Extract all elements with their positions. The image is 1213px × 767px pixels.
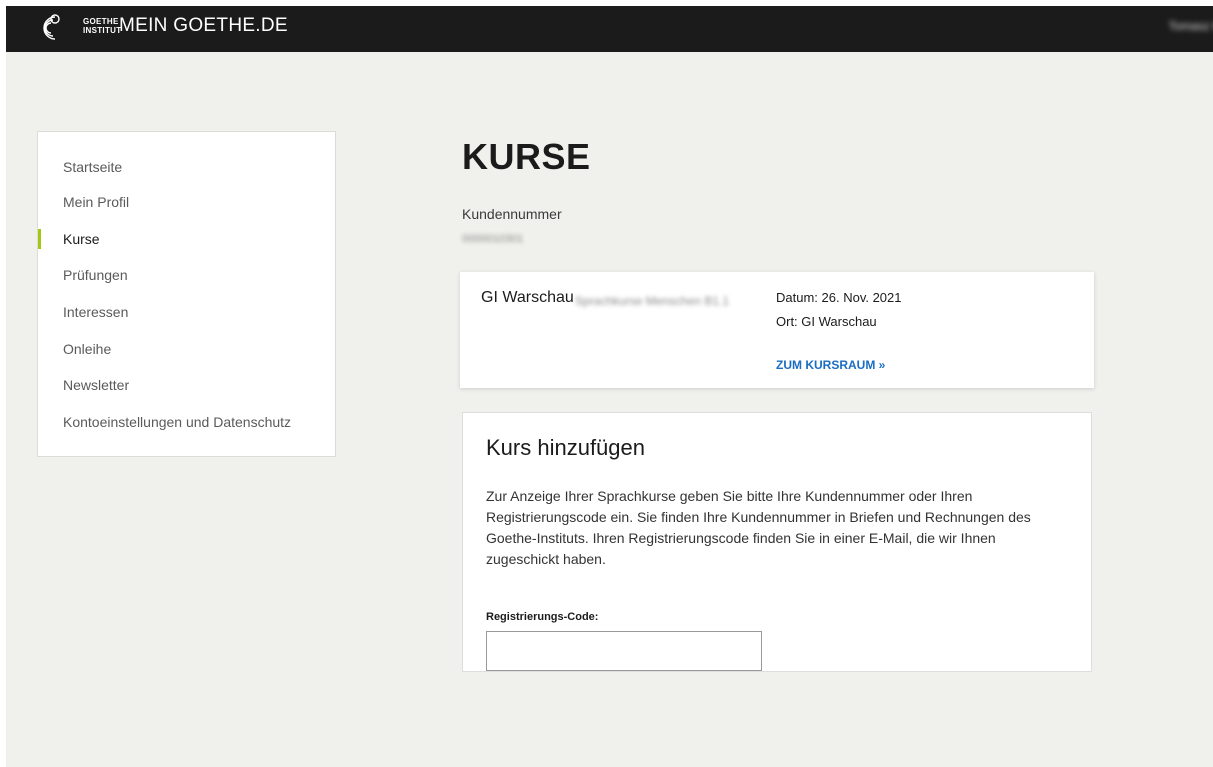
course-card: GI Warschau Sprachkurse Menschen B1.1 Da… xyxy=(460,272,1094,388)
zum-kursraum-link[interactable]: ZUM KURSRAUM » xyxy=(776,358,885,372)
course-name: GI Warschau xyxy=(481,289,574,306)
add-course-description: Zur Anzeige Ihrer Sprachkurse geben Sie … xyxy=(486,488,1031,567)
customer-number-value: 0000010301 xyxy=(462,233,524,245)
sidebar-item-kurse[interactable]: Kurse xyxy=(38,229,100,249)
sidebar-nav: Startseite Mein Profil Kurse Prüfungen I… xyxy=(37,131,336,457)
add-course-title: Kurs hinzufügen xyxy=(486,435,645,460)
top-bar: GOETHE INSTITUT MEIN GOETHE.DE Tomasz K xyxy=(6,6,1213,52)
course-date: Datum: 26. Nov. 2021 xyxy=(776,290,902,305)
sidebar-item-interessen[interactable]: Interessen xyxy=(63,302,128,322)
sidebar-item-label: Kurse xyxy=(63,231,100,247)
goethe-logo[interactable]: GOETHE INSTITUT xyxy=(33,11,121,45)
logo-line-goethe: GOETHE xyxy=(83,17,119,26)
customer-number-label: Kundennummer xyxy=(462,206,562,222)
add-course-card: Kurs hinzufügen Zur Anzeige Ihrer Sprach… xyxy=(462,412,1092,672)
registration-code-label: Registrierungs-Code: xyxy=(486,611,599,623)
page: GOETHE INSTITUT MEIN GOETHE.DE Tomasz K … xyxy=(6,6,1213,767)
sidebar-item-startseite[interactable]: Startseite xyxy=(63,157,122,177)
course-place: Ort: GI Warschau xyxy=(776,314,877,329)
app-title[interactable]: MEIN GOETHE.DE xyxy=(119,15,288,37)
sidebar-item-onleihe[interactable]: Onleihe xyxy=(63,339,111,359)
registration-code-input[interactable] xyxy=(486,631,762,671)
user-name[interactable]: Tomasz K xyxy=(1168,19,1213,33)
logo-text: GOETHE INSTITUT xyxy=(83,17,121,35)
sidebar-item-kontoeinstellungen[interactable]: Kontoeinstellungen und Datenschutz xyxy=(63,412,291,432)
active-indicator xyxy=(38,229,41,249)
page-title: KURSE xyxy=(462,136,591,177)
sidebar-item-mein-profil[interactable]: Mein Profil xyxy=(63,192,129,212)
goethe-logo-icon xyxy=(43,14,60,40)
sidebar-item-newsletter[interactable]: Newsletter xyxy=(63,375,129,395)
course-title-blurred: Sprachkurse Menschen B1.1 xyxy=(575,294,730,308)
logo-line-institut: INSTITUT xyxy=(83,26,122,35)
sidebar-item-pruefungen[interactable]: Prüfungen xyxy=(63,265,128,285)
